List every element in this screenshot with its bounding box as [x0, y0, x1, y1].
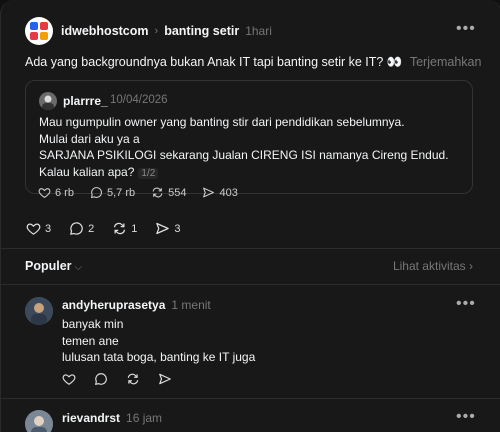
reply-avatar[interactable]: [25, 410, 53, 432]
share-button[interactable]: 3: [155, 221, 181, 236]
like-button[interactable]: 3: [26, 221, 51, 236]
topic-tag[interactable]: banting setir: [164, 24, 239, 38]
reply-comment-button[interactable]: [94, 372, 108, 386]
author-avatar[interactable]: [25, 17, 53, 45]
more-options-icon[interactable]: •••: [456, 408, 476, 426]
quote-line: SARJANA PSIKILOGI sekarang Jualan CIRENG…: [39, 148, 449, 162]
comment-icon: [95, 373, 107, 385]
reply-body: banyak min temen ane lulusan tata boga, …: [62, 316, 255, 366]
thread-card: idwebhostcom › banting setir 1hari ••• A…: [0, 0, 500, 432]
reply-line: lulusan tata boga, banting ke IT juga: [62, 350, 256, 364]
quote-line: Kalau kalian apa? 1/2: [39, 164, 449, 183]
idwebhost-logo-icon: [30, 22, 48, 40]
page-indicator: 1/2: [138, 167, 159, 179]
quote-like-button[interactable]: 6 rb: [38, 186, 74, 199]
repost-icon: [114, 222, 126, 235]
send-icon: [159, 373, 171, 385]
sort-label: Populer: [25, 259, 72, 273]
quote-line: Mau ngumpulin owner yang banting stir da…: [39, 115, 405, 129]
heart-icon: [26, 223, 41, 235]
post-actions: 3 2 1 3: [26, 221, 181, 236]
heart-icon: [38, 188, 51, 199]
repost-button[interactable]: 1: [112, 221, 137, 236]
post-body: Ada yang backgroundnya bukan Anak IT tap…: [25, 55, 403, 69]
comment-icon: [90, 187, 102, 199]
reply-repost-button[interactable]: [126, 372, 140, 386]
quote-share-button[interactable]: 403: [202, 186, 238, 199]
divider: [1, 284, 500, 285]
reply-header: rievandrst 16 jam: [62, 411, 162, 425]
reply-line: temen ane: [62, 333, 119, 348]
user-photo-icon: [25, 410, 53, 432]
translate-link[interactable]: Terjemahkan: [410, 55, 482, 69]
post-time: 1hari: [245, 24, 272, 38]
chevron-right-icon: ›: [154, 25, 159, 37]
divider: [1, 398, 500, 399]
quote-comment-button[interactable]: 5,7 rb: [90, 186, 135, 199]
send-icon: [156, 222, 170, 235]
quote-avatar[interactable]: [39, 92, 57, 110]
sort-dropdown[interactable]: Populer ⌵: [25, 259, 82, 273]
user-icon: [42, 95, 54, 110]
reply-author[interactable]: andyheruprasetya: [62, 298, 165, 312]
quote-repost-button[interactable]: 554: [151, 186, 186, 199]
quote-body: Mau ngumpulin owner yang banting stir da…: [39, 114, 449, 182]
more-options-icon[interactable]: •••: [456, 295, 476, 313]
reply-like-button[interactable]: [62, 372, 76, 386]
reply-time: 1 menit: [171, 298, 211, 312]
chevron-right-icon: ›: [469, 259, 473, 273]
view-activity-link[interactable]: Lihat aktivitas ›: [393, 259, 473, 273]
quote-line: Mulai dari aku ya a: [39, 131, 140, 146]
chevron-down-icon: ⌵: [74, 262, 83, 273]
divider: [1, 248, 500, 249]
reply-header: andyheruprasetya 1 menit: [62, 298, 211, 312]
heart-icon: [62, 374, 76, 385]
user-photo-icon: [25, 297, 53, 325]
repost-icon: [127, 373, 139, 385]
quote-stats: 6 rb 5,7 rb 554 403: [38, 186, 238, 199]
repost-icon: [152, 187, 163, 198]
reply-author[interactable]: rievandrst: [62, 411, 120, 425]
post-text: Ada yang backgroundnya bukan Anak IT tap…: [25, 55, 481, 70]
quoted-post[interactable]: plarrre_ 10/04/2026 Mau ngumpulin owner …: [25, 80, 473, 194]
reply-avatar[interactable]: [25, 297, 53, 325]
comment-icon: [70, 222, 83, 235]
send-icon: [203, 187, 215, 198]
reply-line: banyak min: [62, 317, 124, 331]
author-name[interactable]: idwebhostcom: [61, 24, 149, 38]
more-options-icon[interactable]: •••: [456, 20, 476, 38]
quote-date: 10/04/2026: [110, 94, 168, 106]
comment-button[interactable]: 2: [69, 221, 94, 236]
reply-time: 16 jam: [126, 411, 163, 425]
reply-share-button[interactable]: [158, 372, 172, 386]
quote-author[interactable]: plarrre_: [63, 94, 108, 108]
post-header: idwebhostcom › banting setir 1hari: [61, 24, 272, 38]
reply-actions: [62, 372, 172, 386]
